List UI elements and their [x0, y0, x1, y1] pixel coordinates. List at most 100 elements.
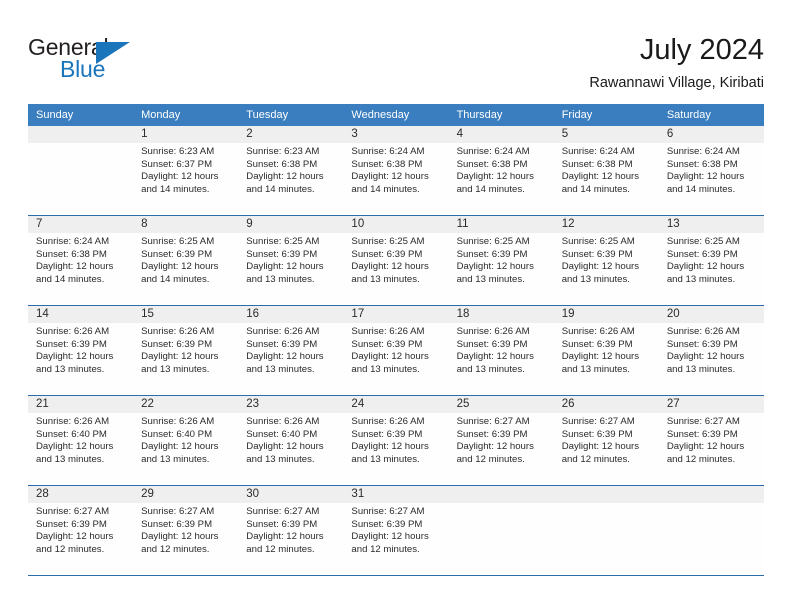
day-cell[interactable]: Sunrise: 6:26 AM Sunset: 6:39 PM Daylight:… — [343, 323, 448, 394]
day-sunrise-text: Sunrise: 6:26 AM — [36, 416, 110, 427]
day-cell[interactable]: Sunrise: 6:27 AM Sunset: 6:39 PM Daylight:… — [343, 503, 448, 574]
day-number[interactable]: 15 — [133, 306, 238, 323]
day-number[interactable]: 5 — [554, 126, 659, 143]
day-cell[interactable]: Sunrise: 6:26 AM Sunset: 6:39 PM Daylight:… — [28, 323, 133, 394]
day-number[interactable]: 27 — [659, 396, 764, 413]
day-cell[interactable]: Sunrise: 6:26 AM Sunset: 6:39 PM Daylight:… — [133, 323, 238, 394]
day-daylight-line1-text: Daylight: 12 hours — [456, 261, 534, 273]
day-cell[interactable]: Sunrise: 6:24 AM Sunset: 6:38 PM Daylight:… — [343, 143, 448, 214]
day-cell[interactable]: Sunrise: 6:25 AM Sunset: 6:39 PM Daylight:… — [343, 233, 448, 304]
day-cell[interactable]: Sunrise: 6:26 AM Sunset: 6:39 PM Daylight:… — [238, 323, 343, 394]
title-block: July 2024 Rawannawi Village, Kiribati — [589, 32, 764, 94]
day-number[interactable]: 1 — [133, 126, 238, 143]
day-number[interactable]: 16 — [238, 306, 343, 323]
weekday-header-saturday: Saturday — [666, 109, 711, 121]
day-cell[interactable]: Sunrise: 6:23 AM Sunset: 6:37 PM Daylight:… — [133, 143, 238, 214]
day-number[interactable]: 4 — [449, 126, 554, 143]
day-number[interactable]: 7 — [28, 216, 133, 233]
day-cell[interactable]: Sunrise: 6:25 AM Sunset: 6:39 PM Daylight:… — [554, 233, 659, 304]
day-daylight-line2-text: and 12 minutes. — [141, 543, 210, 555]
day-cell[interactable]: Sunrise: 6:26 AM Sunset: 6:39 PM Daylight:… — [659, 323, 764, 394]
day-cell[interactable]: Sunrise: 6:26 AM Sunset: 6:39 PM Daylight:… — [449, 323, 554, 394]
day-detail-strip: Sunrise: 6:26 AM Sunset: 6:39 PM Daylight:… — [28, 323, 764, 394]
day-cell-empty — [659, 503, 764, 574]
day-number[interactable]: 8 — [133, 216, 238, 233]
day-cell[interactable]: Sunrise: 6:23 AM Sunset: 6:38 PM Daylight:… — [238, 143, 343, 214]
day-cell[interactable]: Sunrise: 6:27 AM Sunset: 6:39 PM Daylight:… — [659, 413, 764, 484]
page-title: July 2024 — [639, 34, 764, 66]
day-daylight-line1-text: Daylight: 12 hours — [456, 171, 534, 183]
day-number[interactable]: 14 — [28, 306, 133, 323]
day-daylight-line2-text: and 12 minutes. — [36, 543, 105, 555]
day-sunrise-text: Sunrise: 6:26 AM — [246, 416, 320, 427]
day-sunrise-text: Sunrise: 6:23 AM — [141, 146, 215, 157]
day-cell[interactable]: Sunrise: 6:24 AM Sunset: 6:38 PM Daylight:… — [28, 233, 133, 304]
day-number[interactable]: 11 — [449, 216, 554, 233]
day-daylight-line2-text: and 14 minutes. — [561, 183, 630, 195]
day-number[interactable]: 29 — [133, 486, 238, 503]
day-cell[interactable]: Sunrise: 6:27 AM Sunset: 6:39 PM Daylight:… — [133, 503, 238, 574]
day-cell[interactable]: Sunrise: 6:24 AM Sunset: 6:38 PM Daylight:… — [659, 143, 764, 214]
day-sunset-text: Sunset: 6:38 PM — [666, 158, 738, 170]
day-cell[interactable]: Sunrise: 6:25 AM Sunset: 6:39 PM Daylight:… — [659, 233, 764, 304]
day-number[interactable]: 3 — [343, 126, 448, 143]
day-number[interactable]: 30 — [238, 486, 343, 503]
day-sunrise-text: Sunrise: 6:27 AM — [351, 506, 425, 517]
day-cell[interactable]: Sunrise: 6:26 AM Sunset: 6:40 PM Daylight:… — [238, 413, 343, 484]
day-number[interactable]: 10 — [343, 216, 448, 233]
day-number[interactable]: 2 — [238, 126, 343, 143]
day-cell[interactable]: Sunrise: 6:24 AM Sunset: 6:38 PM Daylight:… — [554, 143, 659, 214]
day-sunrise-text: Sunrise: 6:24 AM — [456, 146, 530, 157]
day-cell[interactable]: Sunrise: 6:27 AM Sunset: 6:39 PM Daylight:… — [238, 503, 343, 574]
day-sunrise-text: Sunrise: 6:24 AM — [561, 146, 635, 157]
day-sunrise-text: Sunrise: 6:27 AM — [456, 416, 530, 427]
day-daylight-line1-text: Daylight: 12 hours — [141, 441, 219, 453]
day-daylight-line1-text: Daylight: 12 hours — [246, 351, 324, 363]
day-daylight-line1-text: Daylight: 12 hours — [561, 171, 640, 183]
day-daylight-line1-text: Daylight: 12 hours — [351, 441, 429, 453]
day-number[interactable]: 6 — [659, 126, 764, 143]
brand-logo[interactable]: General Blue — [28, 32, 228, 88]
page-subtitle: Rawannawi Village, Kiribati — [589, 75, 764, 91]
day-sunrise-text: Sunrise: 6:27 AM — [561, 416, 635, 427]
day-detail-strip: Sunrise: 6:26 AM Sunset: 6:40 PM Daylight:… — [28, 413, 764, 484]
day-number[interactable]: 21 — [28, 396, 133, 413]
day-cell[interactable]: Sunrise: 6:27 AM Sunset: 6:39 PM Daylight:… — [449, 413, 554, 484]
calendar-week-row: 14 15 16 17 18 19 20 Sunrise: 6:26 AM Sunset: 6:… — [28, 306, 764, 396]
weekday-header-wednesday: Wednesday — [351, 109, 410, 121]
day-number[interactable]: 31 — [343, 486, 448, 503]
day-cell[interactable]: Sunrise: 6:24 AM Sunset: 6:38 PM Daylight:… — [449, 143, 554, 214]
day-cell[interactable]: Sunrise: 6:26 AM Sunset: 6:39 PM Daylight:… — [554, 323, 659, 394]
day-number[interactable]: 20 — [659, 306, 764, 323]
day-number[interactable]: 28 — [28, 486, 133, 503]
day-number[interactable]: 22 — [133, 396, 238, 413]
day-cell[interactable]: Sunrise: 6:27 AM Sunset: 6:39 PM Daylight:… — [554, 413, 659, 484]
day-number[interactable]: 18 — [449, 306, 554, 323]
day-daylight-line2-text: and 13 minutes. — [456, 273, 525, 285]
day-cell[interactable]: Sunrise: 6:25 AM Sunset: 6:39 PM Daylight:… — [133, 233, 238, 304]
day-daylight-line2-text: and 14 minutes. — [246, 183, 315, 195]
day-cell[interactable]: Sunrise: 6:25 AM Sunset: 6:39 PM Daylight:… — [449, 233, 554, 304]
day-sunset-text: Sunset: 6:39 PM — [456, 428, 528, 440]
day-daylight-line1-text: Daylight: 12 hours — [141, 351, 219, 363]
day-cell[interactable]: Sunrise: 6:26 AM Sunset: 6:40 PM Daylight:… — [133, 413, 238, 484]
day-number[interactable]: 17 — [343, 306, 448, 323]
day-daylight-line2-text: and 13 minutes. — [351, 453, 420, 465]
day-number[interactable]: 23 — [238, 396, 343, 413]
day-cell[interactable]: Sunrise: 6:27 AM Sunset: 6:39 PM Daylight:… — [28, 503, 133, 574]
day-cell[interactable]: Sunrise: 6:26 AM Sunset: 6:40 PM Daylight:… — [28, 413, 133, 484]
day-daylight-line1-text: Daylight: 12 hours — [36, 261, 114, 273]
day-number[interactable]: 24 — [343, 396, 448, 413]
day-daylight-line2-text: and 13 minutes. — [36, 453, 105, 465]
day-sunset-text: Sunset: 6:39 PM — [351, 248, 423, 260]
day-number[interactable]: 19 — [554, 306, 659, 323]
day-number[interactable]: 13 — [659, 216, 764, 233]
day-number[interactable]: 26 — [554, 396, 659, 413]
day-cell[interactable]: Sunrise: 6:26 AM Sunset: 6:39 PM Daylight:… — [343, 413, 448, 484]
day-number[interactable]: 9 — [238, 216, 343, 233]
weekday-header-monday: Monday — [141, 109, 181, 121]
day-cell[interactable]: Sunrise: 6:25 AM Sunset: 6:39 PM Daylight:… — [238, 233, 343, 304]
day-number[interactable]: 25 — [449, 396, 554, 413]
day-daylight-line2-text: and 13 minutes. — [246, 453, 315, 465]
day-number[interactable]: 12 — [554, 216, 659, 233]
